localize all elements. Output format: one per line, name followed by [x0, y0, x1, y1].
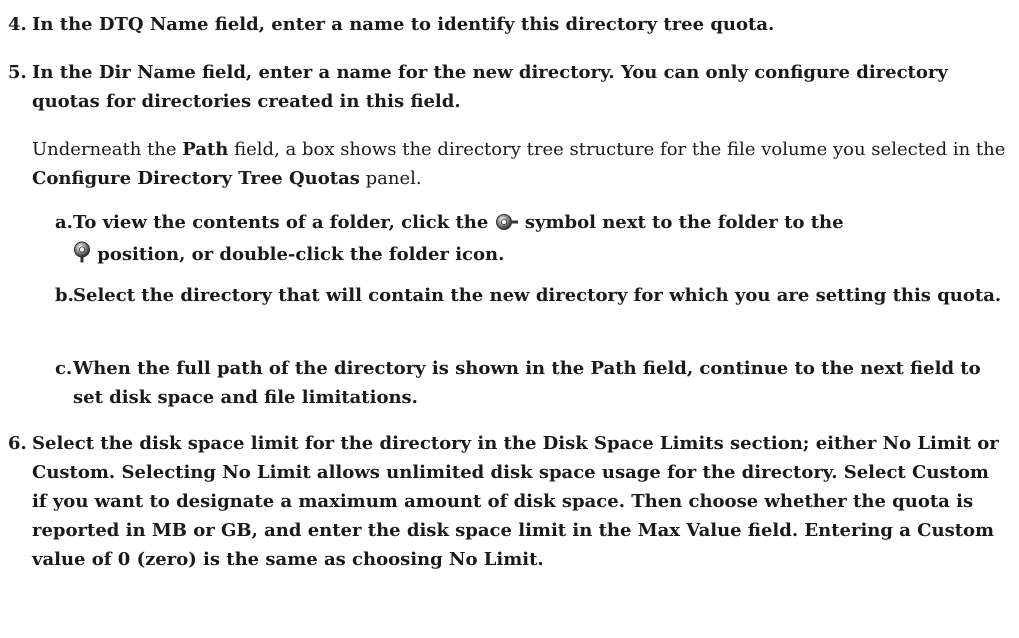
step-text: In the Dir Name field, enter a name for …	[32, 62, 948, 112]
step-text: In the DTQ Name field, enter a name to i…	[32, 14, 775, 35]
substep-text: To view the contents of a folder, click …	[73, 212, 495, 233]
substep-letter: a.	[55, 212, 73, 233]
note-text: panel.	[359, 168, 422, 189]
expanded-node-icon	[73, 241, 91, 272]
step-number: 5.	[8, 62, 27, 83]
substep-letter: c.	[55, 358, 73, 379]
path-field-note: Underneath the Path field, a box shows t…	[32, 135, 1007, 193]
substep-letter: b.	[55, 285, 74, 306]
step-number: 6.	[8, 433, 27, 454]
step-number: 4.	[8, 14, 27, 35]
substep-text: position, or double-click the folder ico…	[91, 244, 505, 265]
collapsed-node-icon	[495, 211, 519, 240]
note-text: Underneath the	[32, 139, 183, 160]
substep-text: Select the directory that will contain t…	[73, 285, 1002, 306]
note-text: field, a box shows the directory tree st…	[228, 139, 1006, 160]
note-panel-term: Configure Directory Tree Quotas	[32, 168, 360, 189]
substep-text: symbol next to the folder to the	[518, 212, 844, 233]
note-path-term: Path	[182, 139, 229, 160]
substep-text: When the full path of the directory is s…	[73, 358, 981, 408]
step-text: Select the disk space limit for the dire…	[32, 433, 999, 570]
